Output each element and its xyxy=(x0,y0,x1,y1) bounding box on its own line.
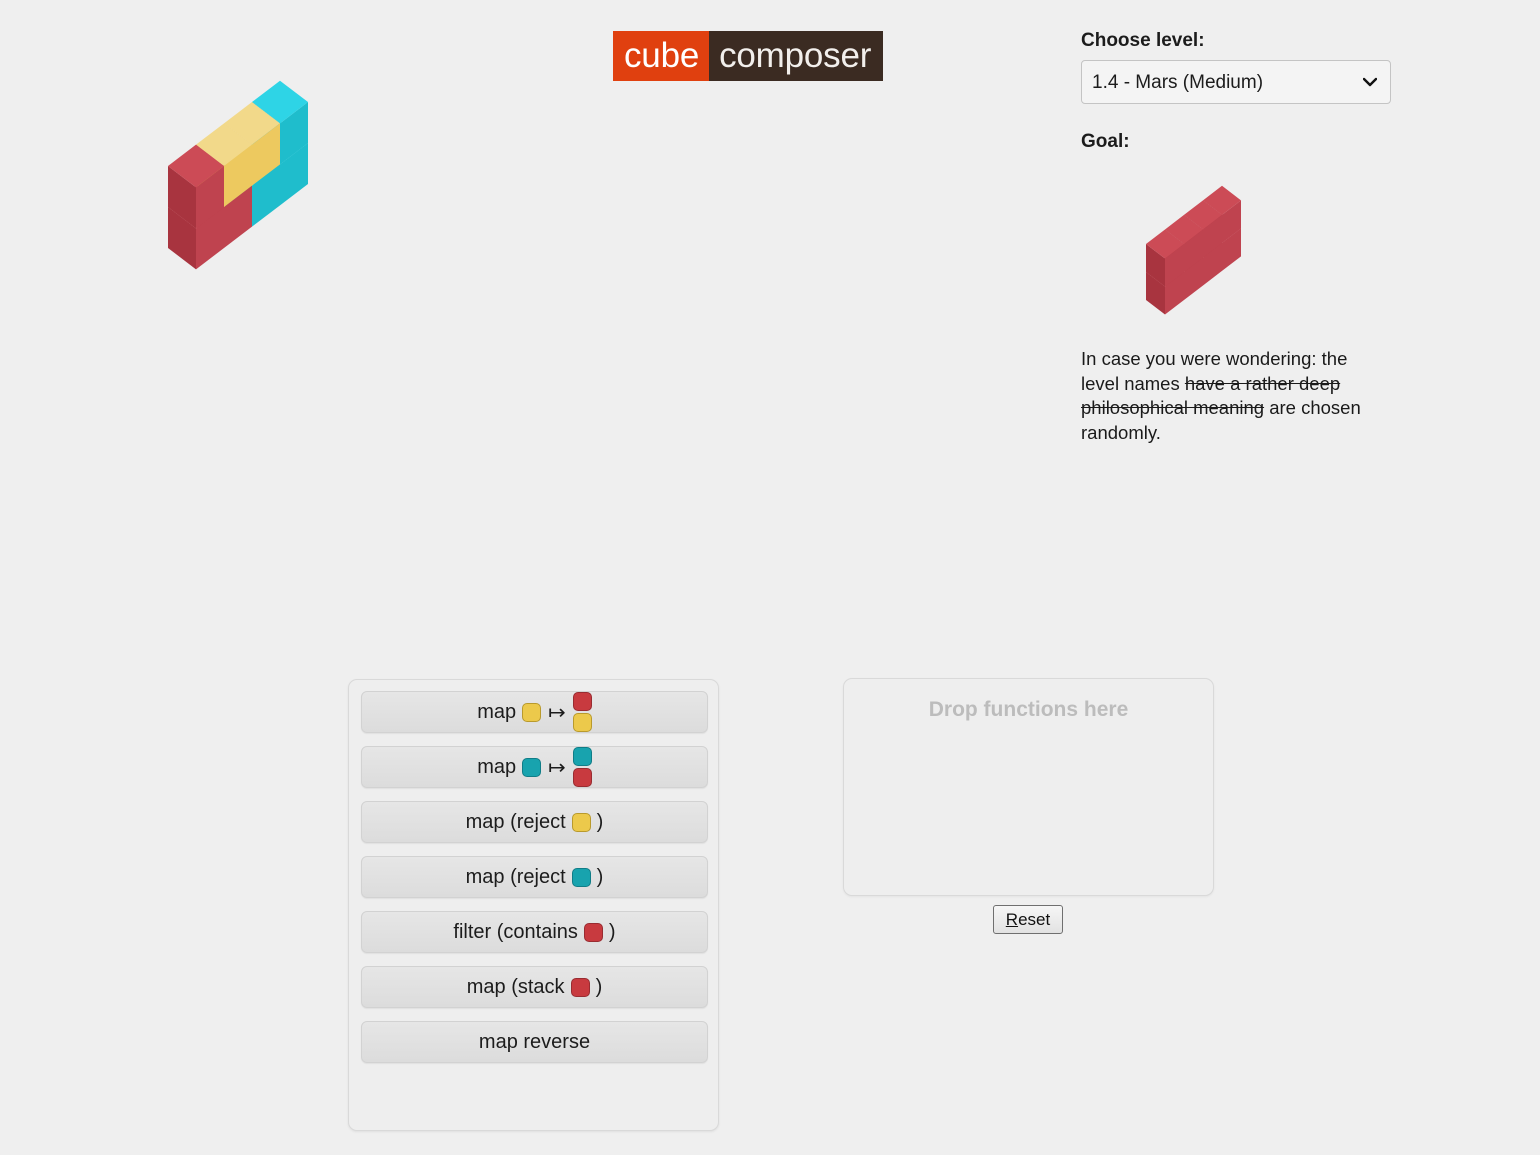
cube-swatch-red xyxy=(570,977,590,997)
goal-cube-svg xyxy=(1146,185,1241,315)
cube-swatch-red xyxy=(572,692,592,711)
function-button-label: map (reject xyxy=(465,865,566,888)
app-logo: cube composer xyxy=(613,31,884,81)
function-button-suffix: ) xyxy=(596,810,604,833)
function-button-label: map xyxy=(477,755,517,778)
cube-swatch-cyan xyxy=(572,747,592,766)
result-cube-stack xyxy=(572,747,592,787)
cube-swatch-yellow xyxy=(572,713,592,732)
drop-zone[interactable]: Drop functions here xyxy=(843,678,1214,896)
function-button-suffix: ) xyxy=(608,920,616,943)
function-button-label: map xyxy=(477,700,517,723)
level-select-wrapper: 1.4 - Mars (Medium) xyxy=(1081,60,1391,104)
current-cube-svg xyxy=(168,80,308,270)
function-button-map-reverse[interactable]: map reverse xyxy=(361,1021,708,1063)
function-button-map-cyan-to-cyan-red[interactable]: map ↦ xyxy=(361,746,708,788)
choose-level-label: Choose level: xyxy=(1081,30,1205,51)
level-name-note: In case you were wondering: the level na… xyxy=(1081,347,1381,445)
cube-swatch-yellow xyxy=(571,812,591,832)
reset-label-rest: eset xyxy=(1018,909,1051,929)
function-button-map-reject-cyan[interactable]: map (reject) xyxy=(361,856,708,898)
current-cube-stage xyxy=(150,80,570,295)
level-select[interactable]: 1.4 - Mars (Medium) xyxy=(1081,60,1391,104)
reset-accesskey-letter: R xyxy=(1005,909,1019,929)
cube-swatch-red xyxy=(572,768,592,787)
goal-cube-stage xyxy=(1120,185,1360,330)
function-button-map-stack-red[interactable]: map (stack) xyxy=(361,966,708,1008)
function-button-label: filter (contains xyxy=(453,920,578,943)
function-button-suffix: ) xyxy=(596,865,604,888)
logo-text-cube: cube xyxy=(613,31,710,81)
function-button-map-yellow-to-red-yellow[interactable]: map ↦ xyxy=(361,691,708,733)
function-button-map-reject-yellow[interactable]: map (reject) xyxy=(361,801,708,843)
level-controls: Choose level: 1.4 - Mars (Medium) Goal: xyxy=(1081,30,1401,153)
cube-swatch-yellow xyxy=(522,702,542,722)
cube-composer-app: cube composer Choose level: 1.4 - Mars (… xyxy=(0,0,1540,1155)
function-button-filter-contains-red[interactable]: filter (contains) xyxy=(361,911,708,953)
drop-zone-hint: Drop functions here xyxy=(928,698,1129,721)
reset-button[interactable]: Reset xyxy=(993,905,1063,934)
goal-label: Goal: xyxy=(1081,131,1130,152)
cube-swatch-cyan xyxy=(522,757,542,777)
cube-swatch-cyan xyxy=(571,867,591,887)
result-cube-stack xyxy=(572,692,592,732)
function-button-label: map (reject xyxy=(465,810,566,833)
logo-text-composer: composer xyxy=(709,31,884,81)
function-button-label: map (stack xyxy=(466,975,565,998)
function-button-label: map reverse xyxy=(478,1030,591,1053)
maps-to-icon: ↦ xyxy=(548,700,566,724)
cube-swatch-red xyxy=(583,922,603,942)
function-list: map ↦ map ↦ map (reject) map (reject) filter (… xyxy=(348,679,719,1131)
maps-to-icon: ↦ xyxy=(548,755,566,779)
function-button-suffix: ) xyxy=(595,975,603,998)
